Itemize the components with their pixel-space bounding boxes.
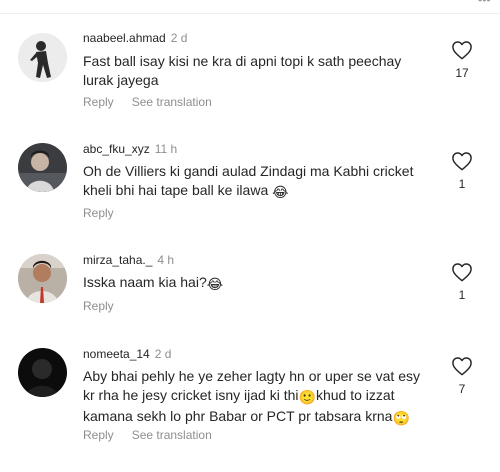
like-count: 17 (455, 66, 469, 80)
laughing-emoji-icon: 😂 (272, 184, 289, 200)
comment-username[interactable]: mirza_taha._ (83, 253, 152, 267)
person-photo-icon (18, 348, 67, 397)
person-silhouette-icon (18, 33, 67, 82)
comment-username[interactable]: nomeeta_14 (83, 347, 150, 361)
like-count: 7 (458, 382, 466, 396)
reply-button[interactable]: Reply (83, 95, 114, 109)
comment-meta: nomeeta_14 2 d (83, 347, 171, 361)
comment-actions: Reply See translation (83, 428, 212, 442)
like-control: 17 (448, 40, 476, 80)
comment-actions: Reply (83, 206, 114, 220)
comment-time: 11 h (154, 142, 178, 156)
smiling-emoji-icon: 🙂 (298, 389, 316, 405)
avatar[interactable] (18, 254, 67, 303)
avatar[interactable] (18, 143, 67, 192)
person-photo-icon (18, 254, 67, 303)
comment-meta: naabeel.ahmad 2 d (83, 31, 187, 45)
comment-meta: mirza_taha._ 4 h (83, 253, 174, 267)
comment-actions: Reply (83, 299, 114, 313)
laughing-emoji-icon: 😂 (206, 276, 224, 292)
comment-username[interactable]: abc_fku_xyz (83, 142, 150, 156)
comment-actions: Reply See translation (83, 95, 212, 109)
person-photo-icon (18, 143, 67, 192)
reply-button[interactable]: Reply (83, 428, 114, 442)
comment-text-content: Oh de Villiers ki gandi aulad Zindagi ma… (83, 163, 414, 198)
heart-icon[interactable] (451, 356, 473, 376)
comment-time: 2 d (170, 31, 188, 45)
like-control: 1 (448, 262, 476, 302)
comment-text: Isska naam kia hai?😂 (83, 273, 428, 294)
comment-time: 4 h (157, 253, 175, 267)
avatar[interactable] (18, 348, 67, 397)
top-divider: ••• (0, 0, 500, 14)
see-translation-button[interactable]: See translation (132, 95, 212, 109)
more-dots-icon[interactable]: ••• (478, 0, 492, 6)
comment-text-content: Isska naam kia hai? (83, 274, 207, 290)
comment-meta: abc_fku_xyz 11 h (83, 142, 177, 156)
like-control: 7 (448, 356, 476, 396)
reply-button[interactable]: Reply (83, 299, 114, 313)
see-translation-button[interactable]: See translation (132, 428, 212, 442)
eye-roll-emoji-icon: 🙄 (392, 410, 410, 426)
comment-username[interactable]: naabeel.ahmad (83, 31, 166, 45)
heart-icon[interactable] (451, 151, 473, 171)
avatar[interactable] (18, 33, 67, 82)
comment-text: Oh de Villiers ki gandi aulad Zindagi ma… (83, 162, 428, 202)
comment-text: Aby bhai pehly he ye zeher lagty hn or u… (83, 367, 423, 428)
comment-text: Fast ball isay kisi ne kra di apni topi … (83, 53, 402, 88)
comments-page: ••• naabeel.ahmad 2 d Fast ball isay kisi… (0, 0, 500, 472)
reply-button[interactable]: Reply (83, 206, 114, 220)
like-count: 1 (458, 288, 466, 302)
like-control: 1 (448, 151, 476, 191)
like-count: 1 (458, 177, 466, 191)
comment-time: 2 d (154, 347, 172, 361)
heart-icon[interactable] (451, 40, 473, 60)
heart-icon[interactable] (451, 262, 473, 282)
